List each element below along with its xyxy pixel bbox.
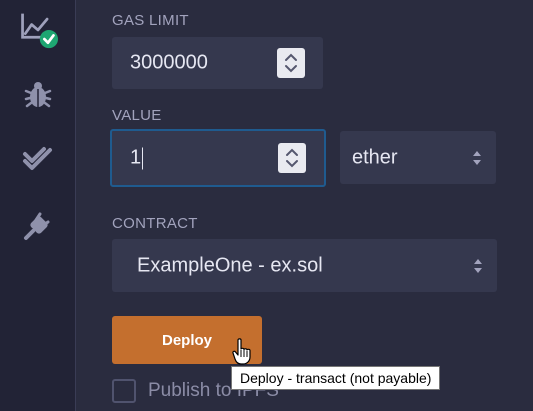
deploy-tooltip: Deploy - transact (not payable) bbox=[231, 366, 441, 390]
gas-limit-stepper[interactable] bbox=[277, 48, 305, 78]
deploy-panel: GAS LIMIT 3000000 VALUE 1 ether CONTRACT… bbox=[76, 0, 533, 411]
publish-ipfs-checkbox[interactable] bbox=[112, 379, 136, 403]
value-unit: ether bbox=[352, 146, 398, 168]
value-unit-select[interactable]: ether bbox=[340, 131, 496, 184]
plugin-icon[interactable] bbox=[18, 206, 58, 246]
value-label: VALUE bbox=[112, 107, 162, 124]
gas-limit-input[interactable]: 3000000 bbox=[112, 37, 323, 89]
value-amount: 1 bbox=[130, 146, 144, 170]
hand-cursor-icon bbox=[232, 338, 251, 365]
gas-limit-label: GAS LIMIT bbox=[112, 12, 189, 29]
contract-select[interactable]: ExampleOne - ex.sol bbox=[112, 239, 497, 292]
contract-selected: ExampleOne - ex.sol bbox=[137, 254, 323, 276]
value-stepper[interactable] bbox=[278, 143, 306, 173]
icon-sidebar bbox=[0, 0, 76, 411]
stepper-arrows-icon bbox=[286, 148, 298, 168]
select-arrows-icon bbox=[474, 258, 482, 273]
gas-limit-value: 3000000 bbox=[130, 51, 208, 74]
contract-label: CONTRACT bbox=[112, 215, 198, 232]
stepper-arrows-icon bbox=[285, 53, 297, 73]
value-input[interactable]: 1 bbox=[110, 129, 326, 187]
testing-icon[interactable] bbox=[18, 140, 58, 180]
select-arrows-icon bbox=[473, 150, 481, 165]
debugger-icon[interactable] bbox=[18, 74, 58, 114]
deploy-run-icon[interactable] bbox=[18, 10, 58, 50]
